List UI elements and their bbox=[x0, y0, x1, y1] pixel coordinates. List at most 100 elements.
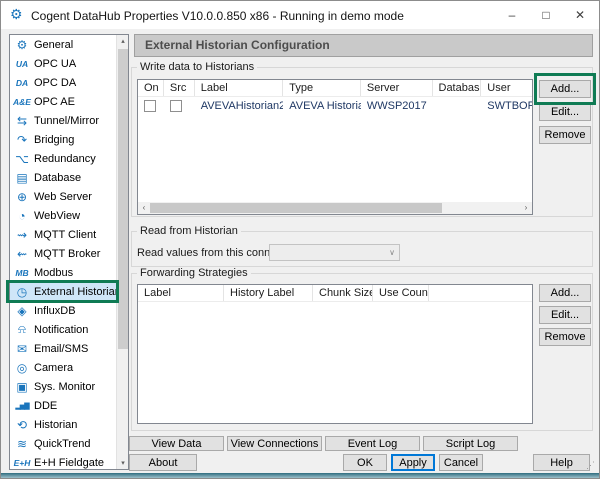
sidebar-item-label: General bbox=[34, 39, 73, 51]
sidebar-item-label: Historian bbox=[34, 419, 77, 431]
sidebar-item-bridging[interactable]: ↷Bridging bbox=[10, 130, 116, 149]
sidebar-item-dde[interactable]: ▂▅▇DDE bbox=[10, 396, 116, 415]
write-remove-button[interactable]: Remove bbox=[539, 126, 591, 144]
window-controls: – □ ✕ bbox=[495, 1, 597, 29]
maximize-button[interactable]: □ bbox=[529, 1, 563, 29]
sidebar-item-web-server[interactable]: ⊕Web Server bbox=[10, 187, 116, 206]
sidebar-item-label: Redundancy bbox=[34, 153, 96, 165]
horizontal-scrollbar[interactable]: ‹ › bbox=[138, 202, 532, 214]
sidebar-item-eh-fieldgate[interactable]: E+HE+H Fieldgate bbox=[10, 453, 116, 472]
read-connection-select[interactable]: ∨ bbox=[269, 244, 400, 261]
title-bar: ⚙ Cogent DataHub Properties V10.0.0.850 … bbox=[1, 1, 599, 29]
sidebar-item-label: Notification bbox=[34, 324, 88, 336]
sidebar-item-sys-monitor[interactable]: ▣Sys. Monitor bbox=[10, 377, 116, 396]
window-title: Cogent DataHub Properties V10.0.0.850 x8… bbox=[31, 9, 404, 23]
sidebar-item-redundancy[interactable]: ⌥Redundancy bbox=[10, 149, 116, 168]
sidebar-item-notification[interactable]: ⍾Notification bbox=[10, 320, 116, 339]
minimize-button[interactable]: – bbox=[495, 1, 529, 29]
src-checkbox[interactable] bbox=[170, 100, 182, 112]
sidebar-item-label: OPC DA bbox=[34, 77, 76, 89]
help-button[interactable]: Help bbox=[533, 454, 590, 471]
sidebar-item-mqtt-client[interactable]: ⇝MQTT Client bbox=[10, 225, 116, 244]
historians-table[interactable]: On Src Label Type Server Database User A… bbox=[137, 79, 533, 215]
scroll-left-icon[interactable]: ‹ bbox=[138, 202, 150, 214]
forwarding-add-button[interactable]: Add... bbox=[539, 284, 591, 302]
ok-button[interactable]: OK bbox=[343, 454, 387, 471]
column-header-database[interactable]: Database bbox=[433, 80, 482, 96]
forwarding-group-title: Forwarding Strategies bbox=[137, 267, 251, 279]
column-header-type[interactable]: Type bbox=[283, 80, 361, 96]
view-connections-button[interactable]: View Connections bbox=[227, 436, 322, 451]
sidebar-item-influxdb[interactable]: ◈InfluxDB bbox=[10, 301, 116, 320]
column-header-user[interactable]: User bbox=[481, 80, 532, 96]
sidebar: ⚙General UAOPC UA DAOPC DA A&EOPC AE ⇆Tu… bbox=[9, 34, 129, 470]
scroll-down-icon[interactable]: ▾ bbox=[117, 459, 129, 467]
column-header-src[interactable]: Src bbox=[164, 80, 195, 96]
historian-row[interactable]: AVEVAHistorian2017 AVEVA Historian WWSP2… bbox=[138, 97, 532, 115]
sidebar-scrollbar[interactable]: ▴ ▾ bbox=[116, 35, 128, 469]
write-edit-button[interactable]: Edit... bbox=[539, 103, 591, 121]
email-icon: ✉ bbox=[10, 342, 34, 356]
on-cell bbox=[138, 100, 164, 112]
sidebar-item-webview[interactable]: ◔WebView bbox=[10, 206, 116, 225]
column-header-history-label[interactable]: History Label bbox=[224, 285, 313, 301]
event-log-button[interactable]: Event Log bbox=[325, 436, 420, 451]
horizontal-scrollbar-thumb[interactable] bbox=[150, 203, 442, 213]
sidebar-scrollbar-thumb[interactable] bbox=[118, 49, 128, 349]
sidebar-item-database[interactable]: ▤Database bbox=[10, 168, 116, 187]
opc-da-icon: DA bbox=[10, 78, 34, 88]
write-data-group-title: Write data to Historians bbox=[137, 61, 257, 73]
scroll-right-icon[interactable]: › bbox=[520, 202, 532, 214]
database-icon: ▤ bbox=[10, 171, 34, 185]
sidebar-item-label: Sys. Monitor bbox=[34, 381, 95, 393]
column-header-empty bbox=[429, 285, 532, 301]
sidebar-item-label: Tunnel/Mirror bbox=[34, 115, 99, 127]
page-title: External Historian Configuration bbox=[134, 34, 593, 57]
column-header-label[interactable]: Label bbox=[195, 80, 284, 96]
sidebar-item-label: Web Server bbox=[34, 191, 92, 203]
apply-button[interactable]: Apply bbox=[391, 454, 435, 471]
historian-user-cell: SWTBOFFICE bbox=[481, 100, 532, 112]
historian-server-cell: WWSP2017 bbox=[361, 100, 433, 112]
column-header-server[interactable]: Server bbox=[361, 80, 433, 96]
on-checkbox[interactable] bbox=[144, 100, 156, 112]
sidebar-item-quicktrend[interactable]: ≋QuickTrend bbox=[10, 434, 116, 453]
sidebar-item-opc-ua[interactable]: UAOPC UA bbox=[10, 54, 116, 73]
sidebar-item-mqtt-broker[interactable]: ⇜MQTT Broker bbox=[10, 244, 116, 263]
sidebar-item-label: Camera bbox=[34, 362, 73, 374]
column-header-use-count[interactable]: Use Count bbox=[373, 285, 429, 301]
forwarding-table[interactable]: Label History Label Chunk Size Use Count bbox=[137, 284, 533, 424]
about-button[interactable]: About bbox=[129, 454, 197, 471]
sidebar-item-opc-ae[interactable]: A&EOPC AE bbox=[10, 92, 116, 111]
window-bottom-edge bbox=[1, 473, 599, 478]
sidebar-item-label: Modbus bbox=[34, 267, 73, 279]
historian-clock-icon: ⟲ bbox=[10, 418, 34, 432]
resize-grip[interactable]: ⋰ bbox=[586, 460, 595, 471]
sidebar-item-historian[interactable]: ⟲Historian bbox=[10, 415, 116, 434]
sidebar-item-tunnel-mirror[interactable]: ⇆Tunnel/Mirror bbox=[10, 111, 116, 130]
sidebar-item-label: Bridging bbox=[34, 134, 74, 146]
sidebar-item-label: MQTT Client bbox=[34, 229, 96, 241]
close-button[interactable]: ✕ bbox=[563, 1, 597, 29]
scroll-up-icon[interactable]: ▴ bbox=[117, 37, 129, 45]
column-header-fwd-label[interactable]: Label bbox=[138, 285, 224, 301]
view-data-button[interactable]: View Data bbox=[129, 436, 224, 451]
sidebar-item-label: InfluxDB bbox=[34, 305, 76, 317]
forwarding-remove-button[interactable]: Remove bbox=[539, 328, 591, 346]
sidebar-item-email-sms[interactable]: ✉Email/SMS bbox=[10, 339, 116, 358]
quicktrend-waves-icon: ≋ bbox=[10, 437, 34, 451]
cancel-button[interactable]: Cancel bbox=[439, 454, 483, 471]
forwarding-table-header: Label History Label Chunk Size Use Count bbox=[138, 285, 532, 302]
sidebar-item-label: DDE bbox=[34, 400, 57, 412]
sidebar-item-camera[interactable]: ◎Camera bbox=[10, 358, 116, 377]
sidebar-item-general[interactable]: ⚙General bbox=[10, 35, 116, 54]
forwarding-edit-button[interactable]: Edit... bbox=[539, 306, 591, 324]
app-window: ⚙ Cogent DataHub Properties V10.0.0.850 … bbox=[0, 0, 600, 479]
sys-monitor-icon: ▣ bbox=[10, 380, 34, 394]
column-header-chunk-size[interactable]: Chunk Size bbox=[313, 285, 373, 301]
sidebar-item-opc-da[interactable]: DAOPC DA bbox=[10, 73, 116, 92]
column-header-on[interactable]: On bbox=[138, 80, 164, 96]
globe-icon: ⊕ bbox=[10, 190, 34, 204]
script-log-button[interactable]: Script Log bbox=[423, 436, 518, 451]
read-group-title: Read from Historian bbox=[137, 225, 241, 237]
